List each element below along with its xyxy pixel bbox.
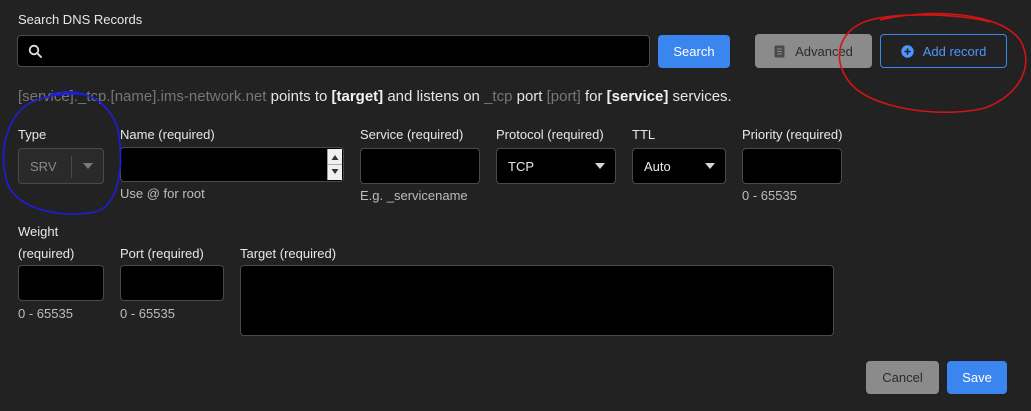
sentence-listens-on: and listens on <box>383 88 485 105</box>
ttl-value: Auto <box>644 158 671 174</box>
weight-help: 0 - 65535 <box>18 306 73 321</box>
spinner-arrows-icon[interactable] <box>327 149 342 180</box>
chevron-down-icon <box>595 163 605 169</box>
save-button[interactable]: Save <box>947 361 1007 394</box>
type-select-divider <box>71 156 72 178</box>
chevron-down-icon <box>83 163 93 169</box>
advanced-label: Advanced <box>795 43 853 59</box>
weight-input[interactable] <box>18 265 104 301</box>
type-value: SRV <box>30 158 57 174</box>
sentence-target: [target] <box>331 88 384 105</box>
port-help: 0 - 65535 <box>120 306 175 321</box>
protocol-select[interactable]: TCP <box>496 148 616 184</box>
weight-label: Weight (required) <box>18 224 74 262</box>
port-label: Port (required) <box>120 246 204 261</box>
name-help: Use @ for root <box>120 186 205 201</box>
port-input[interactable] <box>120 265 224 301</box>
service-label: Service (required) <box>360 127 464 142</box>
weight-label-line1: Weight <box>18 224 59 239</box>
chevron-down-icon <box>705 163 715 169</box>
sentence-port-placeholder: [port] <box>546 88 581 105</box>
target-textarea[interactable] <box>240 265 834 336</box>
priority-help: 0 - 65535 <box>742 188 797 203</box>
record-preview-sentence: [service]._tcp.[name].ims-network.net po… <box>18 88 732 105</box>
sentence-points-to: points to <box>266 88 332 105</box>
protocol-value: TCP <box>508 158 534 174</box>
ttl-select[interactable]: Auto <box>632 148 726 184</box>
priority-input[interactable] <box>742 148 842 184</box>
weight-label-line2: (required) <box>18 246 75 261</box>
name-label: Name (required) <box>120 127 215 142</box>
cancel-button[interactable]: Cancel <box>866 361 939 394</box>
target-label: Target (required) <box>240 246 337 261</box>
name-input[interactable] <box>120 147 344 182</box>
search-label: Search DNS Records <box>18 12 143 27</box>
sentence-port-word: port <box>512 88 547 105</box>
sentence-domain: .ims-network.net <box>156 88 267 105</box>
type-label: Type <box>18 127 47 142</box>
sentence-service-placeholder: [service] <box>18 88 74 105</box>
search-input[interactable] <box>17 35 650 67</box>
search-icon <box>28 44 43 64</box>
search-button[interactable]: Search <box>658 35 730 68</box>
plus-circle-icon <box>901 44 914 58</box>
add-record-button[interactable]: Add record <box>880 34 1007 68</box>
sentence-name-placeholder: [name] <box>110 88 157 105</box>
document-icon <box>774 45 785 58</box>
priority-label: Priority (required) <box>742 127 843 142</box>
add-record-label: Add record <box>922 43 987 59</box>
type-select[interactable]: SRV <box>18 148 104 184</box>
service-help: E.g. _servicename <box>360 188 468 203</box>
sentence-service: [service] <box>606 88 669 105</box>
ttl-label: TTL <box>632 127 656 142</box>
protocol-label: Protocol (required) <box>496 127 604 142</box>
sentence-tcp-protocol: _tcp <box>484 88 513 105</box>
sentence-tcp-segment: ._tcp. <box>73 88 111 105</box>
service-input[interactable] <box>360 148 480 184</box>
advanced-button[interactable]: Advanced <box>755 34 872 68</box>
sentence-for: for <box>580 88 607 105</box>
sentence-services: services. <box>668 88 732 105</box>
